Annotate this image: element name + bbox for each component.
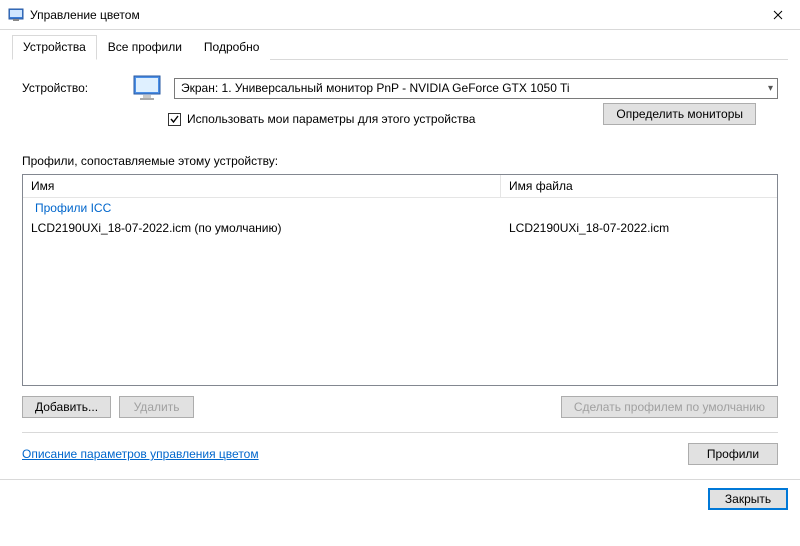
profiles-list[interactable]: Имя Имя файла Профили ICC LCD2190UXi_18-… — [22, 174, 778, 386]
divider — [22, 432, 778, 433]
set-default-button: Сделать профилем по умолчанию — [561, 396, 778, 418]
tab-advanced[interactable]: Подробно — [193, 35, 271, 60]
chevron-down-icon: ▾ — [768, 83, 773, 94]
column-header-name[interactable]: Имя — [23, 175, 501, 197]
profiles-list-header: Имя Имя файла — [23, 175, 777, 198]
device-select-value: Экран: 1. Универсальный монитор PnP - NV… — [181, 81, 570, 95]
use-my-settings-checkbox[interactable] — [168, 113, 181, 126]
close-button[interactable]: Закрыть — [708, 488, 788, 510]
list-item[interactable]: LCD2190UXi_18-07-2022.icm (по умолчанию)… — [23, 218, 777, 238]
add-button[interactable]: Добавить... — [22, 396, 111, 418]
tabbar: Устройства Все профили Подробно — [12, 34, 788, 60]
app-icon — [8, 7, 24, 23]
close-icon[interactable] — [755, 0, 800, 29]
tabpanel-devices: Устройство: Экран: 1. Универсальный мони… — [12, 60, 788, 469]
profiles-section-label: Профили, сопоставляемые этому устройству… — [22, 154, 778, 168]
identify-monitors-button[interactable]: Определить мониторы — [603, 103, 756, 125]
window-title: Управление цветом — [30, 8, 140, 22]
profile-file: LCD2190UXi_18-07-2022.icm — [501, 218, 777, 238]
tab-devices[interactable]: Устройства — [12, 35, 97, 60]
color-management-help-link[interactable]: Описание параметров управления цветом — [22, 447, 259, 461]
device-select[interactable]: Экран: 1. Универсальный монитор PnP - NV… — [174, 78, 778, 99]
titlebar: Управление цветом — [0, 0, 800, 30]
use-my-settings-label: Использовать мои параметры для этого уст… — [187, 112, 475, 126]
tab-all-profiles[interactable]: Все профили — [97, 35, 193, 60]
device-label: Устройство: — [22, 81, 122, 95]
remove-button: Удалить — [119, 396, 194, 418]
column-header-file[interactable]: Имя файла — [501, 175, 777, 197]
dialog-footer: Закрыть — [0, 479, 800, 518]
profile-name: LCD2190UXi_18-07-2022.icm (по умолчанию) — [23, 218, 501, 238]
profiles-group-icc[interactable]: Профили ICC — [23, 198, 777, 218]
monitor-icon — [132, 74, 164, 102]
profiles-button[interactable]: Профили — [688, 443, 778, 465]
